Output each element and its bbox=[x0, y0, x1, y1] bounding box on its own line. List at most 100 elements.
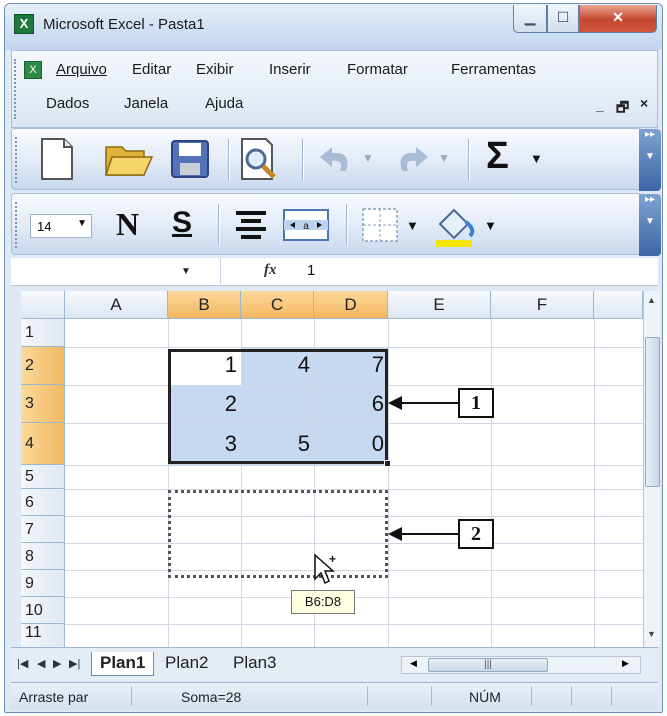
minimize-button[interactable]: ▁ bbox=[513, 5, 547, 33]
title-bar: X Microsoft Excel - Pasta1 ▁ ☐ ✕ bbox=[5, 4, 662, 50]
formula-bar: ▼ fx 1 bbox=[11, 258, 658, 286]
toolbar-options-button[interactable]: ▸▸ ▼ bbox=[639, 194, 661, 256]
menu-grip[interactable] bbox=[14, 59, 17, 119]
row-header-11[interactable]: 11 bbox=[21, 624, 65, 647]
horizontal-scrollbar[interactable]: ◀ ||| ▶ bbox=[401, 656, 641, 674]
excel-app-icon[interactable]: X bbox=[14, 14, 34, 34]
status-divider bbox=[611, 686, 612, 706]
menu-ferramentas[interactable]: Ferramentas bbox=[451, 61, 536, 78]
underline-button[interactable]: S bbox=[172, 206, 192, 240]
autosum-icon[interactable]: Σ bbox=[486, 135, 509, 178]
vertical-scroll-thumb[interactable] bbox=[645, 337, 660, 487]
redo-icon[interactable] bbox=[392, 143, 432, 177]
close-button[interactable]: ✕ bbox=[579, 5, 657, 33]
prev-sheet-icon[interactable]: ◀ bbox=[37, 657, 45, 670]
status-message: Arraste par bbox=[19, 689, 89, 705]
insert-function-icon[interactable]: fx bbox=[264, 262, 277, 279]
toolbar-grip[interactable] bbox=[15, 202, 18, 248]
select-all-corner[interactable] bbox=[21, 291, 65, 319]
column-header-b[interactable]: B bbox=[168, 291, 241, 319]
maximize-button[interactable]: ☐ bbox=[547, 5, 579, 33]
status-divider bbox=[571, 686, 572, 706]
row-header-7[interactable]: 7 bbox=[21, 516, 65, 543]
menu-arquivo[interactable]: Arquivo bbox=[56, 61, 107, 78]
scroll-right-icon[interactable]: ▶ bbox=[622, 658, 629, 669]
autosum-dropdown-icon[interactable]: ▼ bbox=[530, 151, 543, 166]
scroll-up-icon[interactable]: ▲ bbox=[647, 295, 656, 305]
align-center-icon[interactable] bbox=[232, 208, 270, 242]
tab-plan3[interactable]: Plan3 bbox=[225, 652, 284, 676]
fill-color-icon[interactable] bbox=[430, 202, 480, 248]
formula-input[interactable]: 1 bbox=[307, 262, 315, 279]
column-header-d[interactable]: D bbox=[314, 291, 388, 319]
toolbar-separator bbox=[468, 139, 469, 181]
status-bar: Arraste par Soma=28 NÚM bbox=[11, 682, 658, 710]
name-box-dropdown-icon[interactable]: ▼ bbox=[181, 266, 191, 277]
toolbar-grip[interactable] bbox=[15, 137, 18, 183]
row-header-1[interactable]: 1 bbox=[21, 319, 65, 347]
scroll-down-icon[interactable]: ▼ bbox=[647, 629, 656, 639]
menu-ajuda[interactable]: Ajuda bbox=[205, 95, 243, 112]
undo-icon[interactable] bbox=[316, 143, 356, 177]
menu-janela[interactable]: Janela bbox=[124, 95, 168, 112]
fill-handle[interactable] bbox=[384, 460, 391, 467]
new-document-icon[interactable] bbox=[40, 137, 74, 181]
toolbar-separator bbox=[218, 204, 219, 246]
vertical-scrollbar[interactable]: ▲ ▼ bbox=[643, 291, 660, 647]
row-header-2[interactable]: 2 bbox=[21, 347, 65, 385]
bold-button[interactable]: N bbox=[116, 206, 139, 243]
selection-border[interactable] bbox=[168, 349, 388, 464]
open-folder-icon[interactable] bbox=[104, 139, 154, 179]
doc-close-button[interactable]: × bbox=[640, 95, 648, 111]
worksheet-grid[interactable]: A B C D E F 1 2 3 4 5 6 7 8 9 10 11 1 4 … bbox=[21, 291, 643, 647]
formatting-toolbar: 14 ▼ N S a ▼ ▼ ▸▸ ▼ bbox=[11, 193, 661, 256]
menu-dados[interactable]: Dados bbox=[46, 95, 89, 112]
column-header-g[interactable] bbox=[594, 291, 643, 319]
column-header-e[interactable]: E bbox=[388, 291, 491, 319]
row-header-4[interactable]: 4 bbox=[21, 423, 65, 465]
status-divider bbox=[131, 686, 132, 706]
row-header-10[interactable]: 10 bbox=[21, 597, 65, 624]
borders-dropdown-icon[interactable]: ▼ bbox=[406, 218, 419, 233]
sheet-tabs-bar: |◀ ◀ ▶ ▶| Plan1 Plan2 Plan3 ◀ ||| ▶ bbox=[11, 647, 658, 681]
first-sheet-icon[interactable]: |◀ bbox=[17, 657, 28, 670]
column-header-f[interactable]: F bbox=[491, 291, 594, 319]
tab-plan2[interactable]: Plan2 bbox=[157, 652, 216, 676]
gridline bbox=[594, 319, 595, 647]
row-header-5[interactable]: 5 bbox=[21, 465, 65, 489]
toolbar-options-button[interactable]: ▸▸ ▼ bbox=[639, 129, 661, 191]
workbook-icon[interactable]: X bbox=[24, 61, 42, 79]
tab-plan1[interactable]: Plan1 bbox=[91, 652, 155, 676]
merge-center-icon[interactable]: a bbox=[282, 208, 330, 242]
redo-dropdown-icon[interactable]: ▼ bbox=[438, 151, 450, 165]
menu-formatar[interactable]: Formatar bbox=[347, 61, 408, 78]
row-header-6[interactable]: 6 bbox=[21, 489, 65, 516]
scroll-left-icon[interactable]: ◀ bbox=[410, 658, 417, 669]
status-sum: Soma=28 bbox=[181, 689, 242, 705]
menu-exibir[interactable]: Exibir bbox=[196, 61, 234, 78]
undo-dropdown-icon[interactable]: ▼ bbox=[362, 151, 374, 165]
font-size-select[interactable]: 14 ▼ bbox=[30, 214, 92, 238]
row-header-3[interactable]: 3 bbox=[21, 385, 65, 423]
last-sheet-icon[interactable]: ▶| bbox=[69, 657, 80, 670]
row-header-8[interactable]: 8 bbox=[21, 543, 65, 570]
gridline bbox=[65, 624, 643, 625]
horizontal-scroll-thumb[interactable]: ||| bbox=[428, 658, 548, 672]
print-preview-icon[interactable] bbox=[238, 137, 280, 181]
excel-window: X Microsoft Excel - Pasta1 ▁ ☐ ✕ X Arqui… bbox=[4, 3, 663, 713]
fill-color-dropdown-icon[interactable]: ▼ bbox=[484, 218, 497, 233]
row-header-9[interactable]: 9 bbox=[21, 570, 65, 597]
borders-icon[interactable] bbox=[360, 206, 400, 244]
save-icon[interactable] bbox=[170, 139, 210, 179]
font-size-value: 14 bbox=[37, 219, 52, 234]
menu-inserir[interactable]: Inserir bbox=[269, 61, 311, 78]
status-divider bbox=[431, 686, 432, 706]
menu-editar[interactable]: Editar bbox=[132, 61, 171, 78]
next-sheet-icon[interactable]: ▶ bbox=[53, 657, 61, 670]
column-header-c[interactable]: C bbox=[241, 291, 314, 319]
callout-label-2: 2 bbox=[458, 519, 494, 549]
column-header-a[interactable]: A bbox=[65, 291, 168, 319]
svg-text:+: + bbox=[329, 553, 336, 566]
doc-minimize-button[interactable]: _ bbox=[596, 97, 604, 113]
doc-restore-button[interactable]: 🗗 bbox=[616, 97, 629, 121]
